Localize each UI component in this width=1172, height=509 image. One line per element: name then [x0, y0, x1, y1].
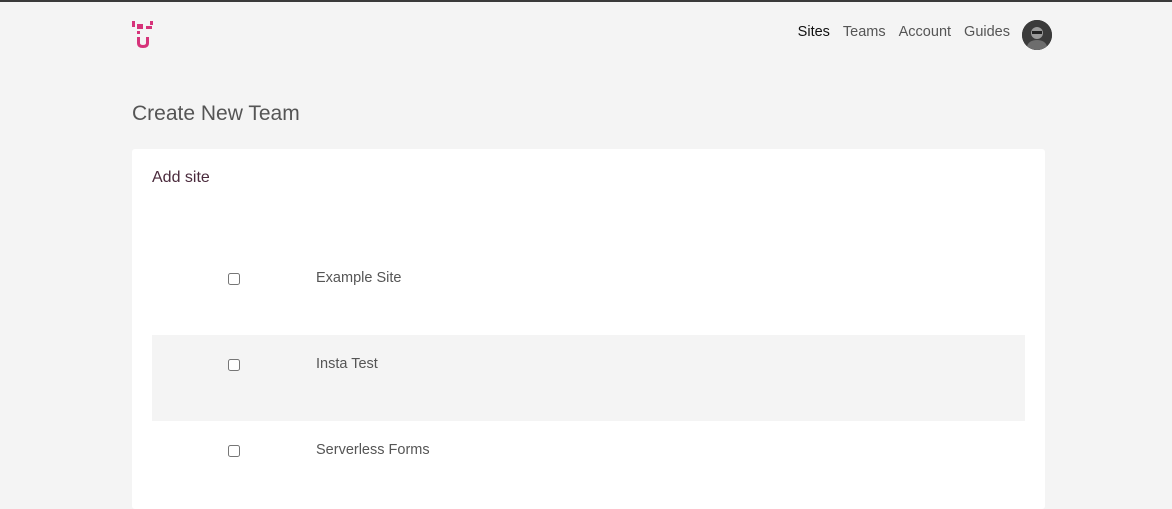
site-name: Insta Test — [316, 356, 378, 372]
add-site-card: Add site Example Site Insta Test Serverl… — [132, 149, 1045, 509]
site-row: Example Site — [152, 249, 1025, 335]
user-avatar[interactable] — [1022, 20, 1052, 50]
page-title: Create New Team — [132, 102, 300, 125]
site-checkbox-insta-test[interactable] — [228, 359, 240, 371]
site-name: Example Site — [316, 270, 402, 286]
card-title: Add site — [152, 169, 210, 186]
brand-logo-icon[interactable] — [132, 21, 154, 49]
avatar-image — [1022, 20, 1052, 50]
site-row: Insta Test — [152, 335, 1025, 421]
main-nav: Sites Teams Account Guides — [785, 24, 1010, 40]
site-row: Serverless Forms — [152, 421, 1025, 507]
site-checkbox-example-site[interactable] — [228, 273, 240, 285]
nav-sites[interactable]: Sites — [798, 24, 830, 40]
site-name: Serverless Forms — [316, 442, 430, 458]
nav-account[interactable]: Account — [899, 24, 951, 40]
nav-teams[interactable]: Teams — [843, 24, 886, 40]
site-checkbox-serverless-forms[interactable] — [228, 445, 240, 457]
top-border — [0, 0, 1172, 2]
nav-guides[interactable]: Guides — [964, 24, 1010, 40]
